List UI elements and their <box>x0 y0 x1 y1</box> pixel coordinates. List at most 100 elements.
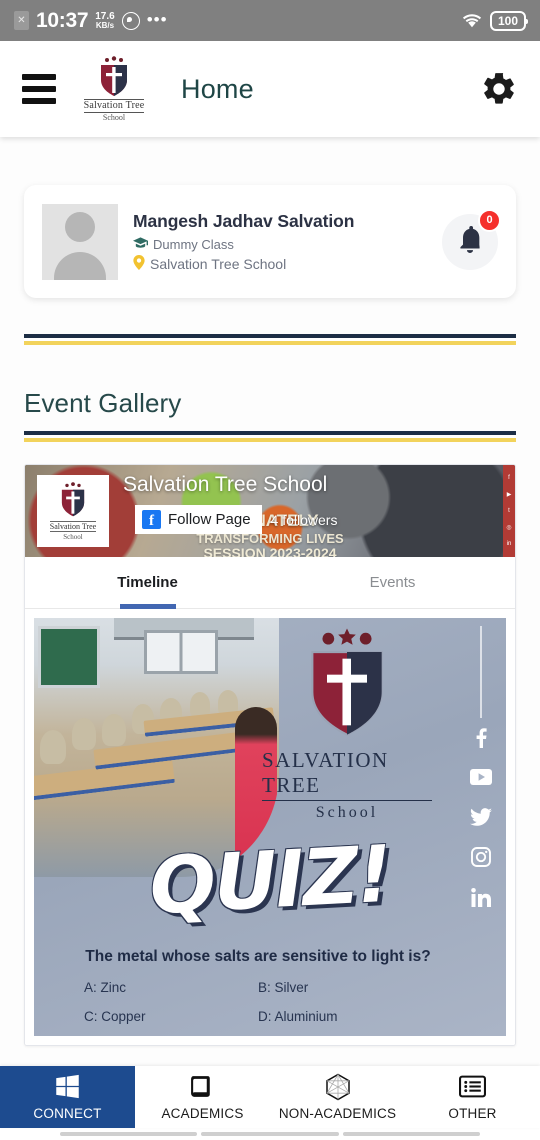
profile-school-row: Salvation Tree School <box>133 254 434 273</box>
network-speed-unit: KB/s <box>95 20 115 30</box>
profile-info: Mangesh Jadhav Salvation Dummy Class Sal… <box>133 211 434 273</box>
quiz-option-c: C: Copper <box>84 1009 146 1024</box>
tab-timeline-label: Timeline <box>117 574 178 591</box>
cover-line-3: SESSION 2023-2024 <box>203 545 337 557</box>
bell-icon <box>457 225 483 258</box>
status-time: 10:37 <box>36 8 89 32</box>
follow-page-button[interactable]: f Follow Page <box>135 505 262 534</box>
post-logo-sub: School <box>315 804 379 821</box>
school-logo-sub: School <box>102 112 126 122</box>
hexagon-icon <box>324 1073 352 1100</box>
quiz-box: The metal whose salts are sensitive to l… <box>56 942 460 1030</box>
facebook-page-name: Salvation Tree School <box>123 473 328 496</box>
main-scroll-area[interactable]: Mangesh Jadhav Salvation Dummy Class Sal… <box>0 137 540 1066</box>
twitter-icon: t <box>508 508 510 514</box>
notifications-button[interactable]: 0 <box>442 208 501 270</box>
divider-gold-line <box>24 438 516 442</box>
followers-count: 4 followers <box>270 511 338 528</box>
profile-school: Salvation Tree School <box>150 255 287 272</box>
decor-line <box>480 626 482 718</box>
student <box>102 714 126 746</box>
youtube-icon <box>470 766 492 788</box>
bottom-nav-label-connect: CONNECT <box>33 1105 102 1121</box>
status-bar-right: 100 <box>462 10 529 31</box>
facebook-icon: f <box>508 475 510 481</box>
hamburger-bar <box>22 74 56 80</box>
bottom-navigation: CONNECT ACADEMICS NON-ACADEMICS OTHER <box>0 1066 540 1128</box>
gear-icon[interactable] <box>480 70 518 108</box>
sim-card-icon: ✕ <box>14 11 29 30</box>
facebook-cover: ...IONATELY TRANSFORMING LIVES SESSION 2… <box>25 465 515 557</box>
facebook-icon <box>470 726 492 748</box>
whatsapp-icon <box>121 11 140 30</box>
page-title: Home <box>181 73 254 104</box>
facebook-page-embed[interactable]: ...IONATELY TRANSFORMING LIVES SESSION 2… <box>24 464 516 1046</box>
tab-events[interactable]: Events <box>270 557 515 608</box>
bottom-nav-label-non-academics: NON-ACADEMICS <box>278 1105 397 1121</box>
more-dots-icon: ••• <box>146 10 168 30</box>
hamburger-menu-icon[interactable] <box>22 74 56 104</box>
profile-name: Mangesh Jadhav Salvation <box>133 210 355 231</box>
bottom-nav-label-other: OTHER <box>448 1105 497 1121</box>
profile-class: Dummy Class <box>153 236 234 252</box>
bottom-nav-item-academics[interactable]: ACADEMICS <box>135 1066 270 1128</box>
facebook-icon: f <box>142 510 161 529</box>
avatar-body <box>54 251 106 280</box>
follow-page-label: Follow Page <box>168 511 251 528</box>
student <box>72 718 96 750</box>
post-school-logo: SALVATION TREE School <box>262 628 432 822</box>
divider-bottom <box>24 431 516 442</box>
profile-card[interactable]: Mangesh Jadhav Salvation Dummy Class Sal… <box>24 185 516 298</box>
facebook-follow-row: f Follow Page 4 followers <box>135 505 337 534</box>
hamburger-bar <box>22 86 56 92</box>
quiz-option-d: D: Aluminium <box>258 1009 338 1024</box>
tab-timeline[interactable]: Timeline <box>25 557 270 608</box>
quiz-question: The metal whose salts are sensitive to l… <box>85 948 431 965</box>
status-bar: ✕ 10:37 17.6 KB/s ••• 100 <box>0 0 540 41</box>
network-speed: 17.6 KB/s <box>95 10 115 30</box>
avatar-head <box>65 211 95 242</box>
youtube-icon: ▶ <box>506 492 512 498</box>
divider-top <box>24 334 516 345</box>
school-logo-name: Salvation Tree <box>83 99 145 113</box>
gesture-navigation-bar[interactable] <box>0 1128 540 1140</box>
location-pin-icon <box>133 254 145 273</box>
graduation-cap-icon <box>133 236 148 252</box>
quiz-option-b: B: Silver <box>258 980 309 995</box>
notification-badge: 0 <box>478 208 501 232</box>
facebook-post[interactable]: SALVATION TREE School QUIZ! The metal wh… <box>25 609 515 1045</box>
bottom-nav-item-connect[interactable]: CONNECT <box>0 1066 135 1128</box>
tab-events-label: Events <box>369 574 416 591</box>
book-icon <box>189 1074 216 1100</box>
quiz-option-a: A: Zinc <box>84 980 127 995</box>
instagram-icon: ◎ <box>506 525 512 531</box>
gesture-segment <box>342 1132 480 1136</box>
post-image[interactable]: SALVATION TREE School QUIZ! The metal wh… <box>34 618 506 1036</box>
profile-class-row: Dummy Class <box>133 237 434 252</box>
windows-tiles-icon <box>54 1074 81 1100</box>
network-speed-value: 17.6 <box>95 10 115 22</box>
bottom-nav-label-academics: ACADEMICS <box>161 1105 244 1121</box>
battery-indicator: 100 <box>489 10 529 31</box>
student <box>40 730 66 764</box>
post-logo-name: SALVATION TREE <box>262 748 432 801</box>
quiz-options: A: Zinc B: Silver C: Copper D: Aluminium <box>56 980 460 1024</box>
classroom-window <box>144 630 218 674</box>
bottom-nav-item-other[interactable]: OTHER <box>405 1066 540 1128</box>
facebook-page-logo-name: Salvation Tree <box>49 520 97 532</box>
gesture-segment <box>60 1132 198 1136</box>
hamburger-bar <box>22 98 56 104</box>
facebook-tabs: Timeline Events <box>25 557 515 609</box>
status-bar-left: ✕ 10:37 17.6 KB/s ••• <box>14 9 168 33</box>
school-logo: Salvation Tree School <box>77 56 151 122</box>
app-header: Salvation Tree School Home <box>0 41 540 137</box>
facebook-page-logo-sub: School <box>63 532 83 541</box>
list-icon <box>459 1074 486 1100</box>
shield-logo-icon <box>97 56 131 98</box>
avatar-placeholder-icon <box>42 204 118 280</box>
cover-social-strip: f ▶ t ◎ in <box>503 465 515 557</box>
linkedin-icon: in <box>506 541 512 547</box>
bottom-nav-item-non-academics[interactable]: NON-ACADEMICS <box>270 1066 405 1128</box>
wifi-icon <box>462 13 482 29</box>
section-title: Event Gallery <box>24 387 182 418</box>
